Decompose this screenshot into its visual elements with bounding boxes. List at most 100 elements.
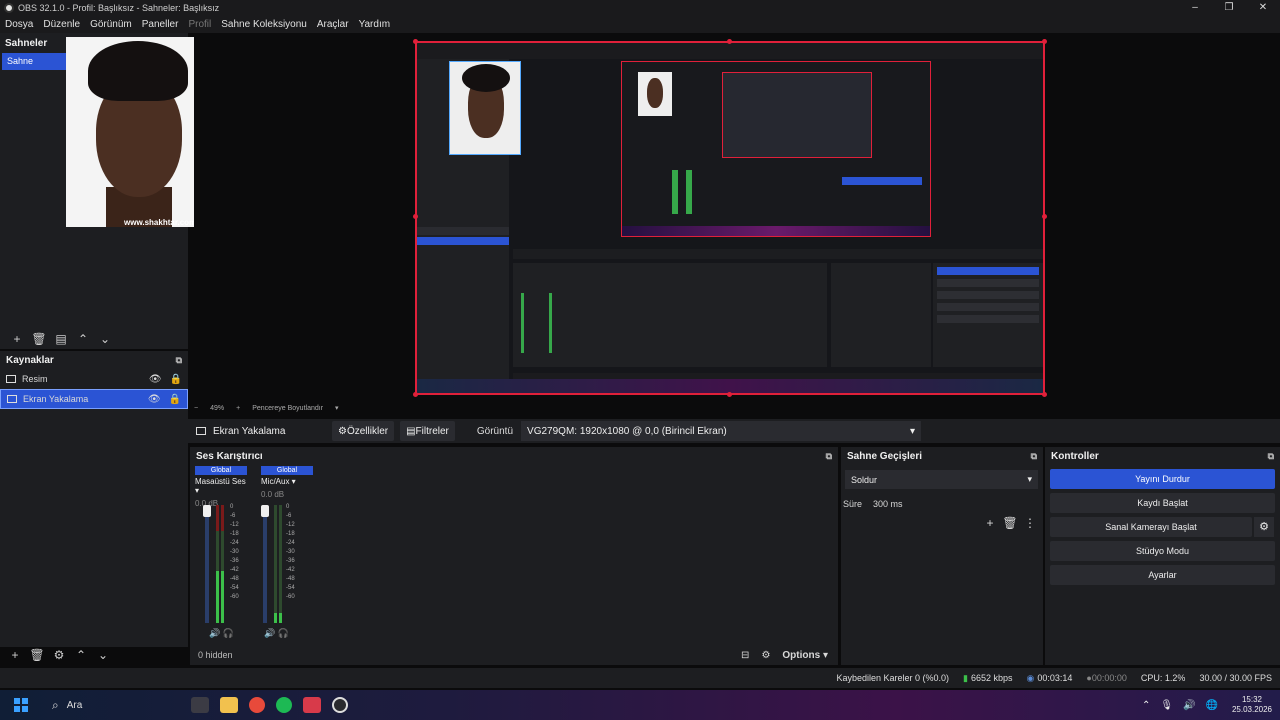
move-up-icon[interactable]: ⌃ [72,332,94,346]
lock-icon[interactable]: 🔒 [170,374,182,385]
microphone-icon[interactable]: 🎙 [1160,700,1173,711]
headphones-icon[interactable]: 🎧 [278,628,289,638]
taskbar-search[interactable]: ⌕ Ara [44,694,180,716]
dropped-frames: Kaybedilen Kareler 0 (%0.0) [836,673,950,683]
menu-file[interactable]: Dosya [5,19,33,30]
volume-fader[interactable] [261,505,269,623]
resize-handle[interactable] [413,39,418,44]
menu-tools[interactable]: Araçlar [317,19,349,30]
studio-mode-button[interactable]: Stüdyo Modu [1050,541,1275,561]
add-source-icon[interactable]: + [4,648,26,662]
remove-scene-icon[interactable]: 🗑 [28,332,50,346]
search-placeholder: Ara [66,699,83,711]
channel-menu[interactable]: Masaüstü Ses ▾ [195,477,247,495]
resize-handle[interactable] [727,39,732,44]
settings-button[interactable]: Ayarlar [1050,565,1275,585]
menu-docks[interactable]: Paneller [142,19,179,30]
menu-edit[interactable]: Düzenle [43,19,80,30]
move-down-icon[interactable]: ⌄ [94,332,116,346]
stream-time-status: ◉ 00:03:14 [1026,672,1073,684]
properties-button[interactable]: ⚙ Özellikler [332,421,395,441]
resize-handle[interactable] [1042,39,1047,44]
resize-handle[interactable] [1042,214,1047,219]
source-item-image[interactable]: Resim 👁 🔒 [0,369,188,389]
undock-icon[interactable]: ⧉ [1031,451,1037,462]
portrait-image[interactable]: www.shakhtar.com + [66,37,212,227]
file-explorer-icon[interactable] [220,697,238,713]
undock-icon[interactable]: ⧉ [176,355,182,366]
source-properties-icon[interactable]: ⚙ [48,648,70,662]
preview-screen-capture[interactable] [415,41,1045,395]
minimize-button[interactable]: – [1178,0,1212,16]
speaker-icon[interactable]: 🔊 [264,628,275,638]
resize-handle[interactable] [413,214,418,219]
tray-overflow-icon[interactable]: ⌃ [1142,700,1150,711]
signal-icon: ▮ [963,672,968,683]
volume-fader[interactable] [203,505,211,623]
add-transition-icon[interactable]: + [980,516,1000,530]
app-icon[interactable] [303,697,321,713]
visibility-eye-icon[interactable]: 👁 [148,394,161,405]
source-context-bar: Ekran Yakalama ⚙ Özellikler ▤ Filtreler … [188,419,1280,443]
resize-handle[interactable] [727,392,732,397]
options-button[interactable]: Options ▾ [782,650,828,661]
advanced-audio-icon[interactable]: ⚙ [761,650,770,661]
layout-toggle-icon[interactable]: ⊟ [741,650,749,661]
filters-label: Filtreler [415,425,449,437]
spotify-icon[interactable] [276,697,292,713]
task-view-icon[interactable] [191,697,209,713]
obs-taskbar-icon[interactable] [332,697,348,713]
headphones-icon[interactable]: 🎧 [223,628,234,638]
resize-handle[interactable] [413,392,418,397]
virtualcam-settings-button[interactable]: ⚙ [1254,517,1274,537]
remove-source-icon[interactable]: 🗑 [26,648,48,662]
network-icon[interactable]: 🌐 [1206,700,1218,711]
clock[interactable]: 15:32 25.03.2026 [1232,695,1272,715]
display-label: Görüntü [476,425,514,437]
menu-view[interactable]: Görünüm [90,19,132,30]
start-virtualcam-button[interactable]: Sanal Kamerayı Başlat [1050,517,1252,537]
lock-icon[interactable]: 🔒 [169,394,181,405]
channel-menu[interactable]: Mic/Aux ▾ [261,477,313,486]
speaker-icon[interactable]: 🔊 [209,628,220,638]
zoom-dropdown-icon[interactable]: ▾ [335,404,339,412]
filters-button[interactable]: ▤ Filtreler [400,421,455,441]
context-source-name: Ekran Yakalama [213,425,286,437]
nested-source-row-selected [417,237,509,245]
duration-input[interactable]: 300 ms [873,495,1039,513]
more-options-icon[interactable]: ⋮ [1020,516,1040,530]
move-down-icon[interactable]: ⌄ [92,648,114,662]
nested-mixer [513,263,827,367]
add-scene-icon[interactable]: + [6,332,28,346]
channel-icons: 🔊 🎧 [209,628,234,639]
windows-start-icon[interactable] [14,698,28,712]
scene-filters-icon[interactable]: ▤ [50,332,72,346]
speaker-icon[interactable]: 🔊 [1183,700,1195,711]
close-button[interactable]: ✕ [1246,0,1280,16]
resize-handle[interactable] [1042,392,1047,397]
undock-icon[interactable]: ⧉ [1268,451,1274,462]
zoom-in-icon[interactable]: + [236,405,240,412]
transitions-header: Sahne Geçişleri ⧉ [841,447,1043,465]
remove-transition-icon[interactable]: 🗑 [1000,516,1020,530]
channel-name: Masaüstü Ses [195,477,246,486]
source-item-screen-capture[interactable]: Ekran Yakalama 👁 🔒 [0,389,188,409]
undock-icon[interactable]: ⧉ [826,451,832,462]
chrome-icon[interactable] [249,697,265,713]
fader-knob[interactable] [261,505,269,517]
menu-help[interactable]: Yardım [359,19,391,30]
fit-to-window[interactable]: Pencereye Boyutlandır [252,405,323,412]
start-recording-button[interactable]: Kaydı Başlat [1050,493,1275,513]
menu-scene-collection[interactable]: Sahne Koleksiyonu [221,19,307,30]
controls-title: Kontroller [1051,450,1099,462]
transition-select[interactable]: Soldur ▾ [845,470,1038,489]
scene-item-sahne[interactable]: Sahne [2,53,66,70]
visibility-eye-icon[interactable]: 👁 [149,374,162,385]
fader-knob[interactable] [203,505,211,517]
properties-label: Özellikler [346,425,389,437]
display-select[interactable]: VG279QM: 1920x1080 @ 0,0 (Birincil Ekran… [521,421,922,441]
move-up-icon[interactable]: ⌃ [70,648,92,662]
zoom-out-icon[interactable]: − [194,405,198,412]
maximize-button[interactable]: ❐ [1212,0,1246,16]
stop-streaming-button[interactable]: Yayını Durdur [1050,469,1275,489]
